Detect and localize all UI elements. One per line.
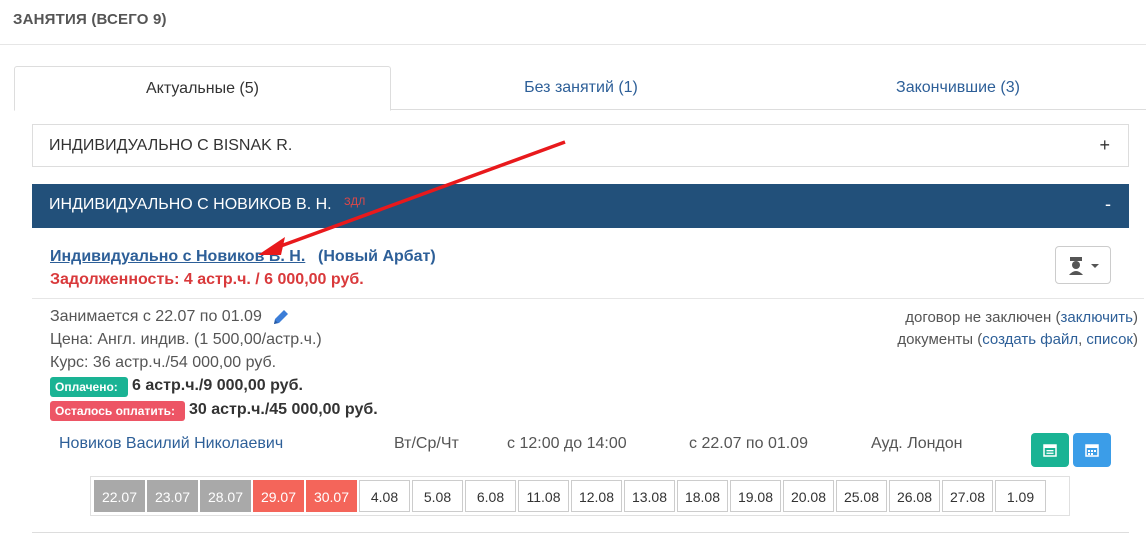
lesson-date[interactable]: 27.08 bbox=[942, 480, 993, 512]
lesson-date[interactable]: 4.08 bbox=[359, 480, 410, 512]
paid-badge: Оплачено: bbox=[50, 377, 128, 397]
lesson-date[interactable]: 6.08 bbox=[465, 480, 516, 512]
expand-toggle[interactable]: + bbox=[1099, 135, 1110, 156]
lesson-date[interactable]: 25.08 bbox=[836, 480, 887, 512]
docs-close: ) bbox=[1133, 331, 1138, 348]
teacher-name-link[interactable]: Новиков Василий Николаевич bbox=[59, 435, 283, 453]
panel-title: ЗАНЯТИЯ (ВСЕГО 9) bbox=[13, 11, 167, 28]
lesson-date[interactable]: 12.08 bbox=[571, 480, 622, 512]
calendar-icon bbox=[1043, 444, 1057, 457]
conclude-contract-link[interactable]: заключить bbox=[1060, 309, 1133, 326]
unpaid-value: 30 астр.ч./45 000,00 руб. bbox=[189, 401, 378, 418]
schedule-range: с 22.07 по 01.09 bbox=[689, 435, 808, 452]
paid-value: 6 астр.ч./9 000,00 руб. bbox=[132, 377, 303, 394]
lesson-date[interactable]: 29.07 bbox=[253, 480, 304, 512]
contract-close: ) bbox=[1133, 309, 1138, 326]
lesson-date[interactable]: 18.08 bbox=[677, 480, 728, 512]
lesson-date[interactable]: 13.08 bbox=[624, 480, 675, 512]
tab-actual[interactable]: Актуальные (5) bbox=[14, 66, 391, 111]
caret-down-icon bbox=[1091, 264, 1099, 268]
lesson-date[interactable]: 23.07 bbox=[147, 480, 198, 512]
group-tag: ЗДЛ bbox=[344, 196, 366, 208]
calendar-button-blue[interactable] bbox=[1073, 433, 1111, 467]
create-file-link[interactable]: создать файл bbox=[982, 331, 1078, 348]
edit-pencil-icon[interactable] bbox=[272, 308, 290, 326]
lesson-date[interactable]: 1.09 bbox=[995, 480, 1046, 512]
group-accordion-bisnak[interactable]: ИНДИВИДУАЛЬНО С BISNAK R. + bbox=[32, 124, 1129, 167]
lesson-date[interactable]: 11.08 bbox=[518, 480, 569, 512]
calendar-button-green[interactable] bbox=[1031, 433, 1069, 467]
group-title: ИНДИВИДУАЛЬНО С НОВИКОВ В. Н. bbox=[49, 196, 332, 213]
lesson-dates: 22.07 23.07 28.07 29.07 30.07 4.08 5.08 6.08 11.… bbox=[90, 476, 1070, 516]
group-accordion-novikov[interactable]: ИНДИВИДУАЛЬНО С НОВИКОВ В. Н. ЗДЛ - bbox=[32, 184, 1129, 228]
schedule-time: с 12:00 до 14:00 bbox=[507, 435, 627, 452]
lesson-branch: (Новый Арбат) bbox=[318, 248, 436, 265]
lesson-price: Цена: Англ. индив. (1 500,00/астр.ч.) bbox=[50, 331, 322, 348]
tabs: Актуальные (5) Без занятий (1) Закончивш… bbox=[14, 66, 1146, 111]
lesson-date[interactable]: 5.08 bbox=[412, 480, 463, 512]
debt-text: Задолженность: 4 астр.ч. / 6 000,00 руб. bbox=[50, 271, 364, 288]
lesson-date[interactable]: 20.08 bbox=[783, 480, 834, 512]
lesson-date[interactable]: 28.07 bbox=[200, 480, 251, 512]
tab-finished[interactable]: Закончившие (3) bbox=[770, 66, 1146, 110]
docs-list-link[interactable]: список bbox=[1086, 331, 1133, 348]
teacher-dropdown-button[interactable] bbox=[1055, 246, 1111, 284]
lesson-date[interactable]: 26.08 bbox=[889, 480, 940, 512]
contract-text: договор не заключен ( bbox=[905, 309, 1061, 326]
lesson-date[interactable]: 19.08 bbox=[730, 480, 781, 512]
group-title: ИНДИВИДУАЛЬНО С BISNAK R. bbox=[49, 137, 293, 154]
contract-status: договор не заключен (заключить) bbox=[905, 309, 1138, 326]
documents-status: документы (создать файл, список) bbox=[897, 331, 1138, 348]
tab-no-lessons[interactable]: Без занятий (1) bbox=[394, 66, 768, 110]
calendar-grid-icon bbox=[1085, 444, 1099, 457]
lesson-link[interactable]: Индивидуально с Новиков В. Н. bbox=[50, 248, 305, 266]
divider bbox=[32, 298, 1144, 299]
lesson-date[interactable]: 22.07 bbox=[94, 480, 145, 512]
teacher-icon bbox=[1069, 257, 1099, 275]
lesson-course: Курс: 36 астр.ч./54 000,00 руб. bbox=[50, 354, 277, 371]
lesson-period: Занимается с 22.07 по 01.09 bbox=[50, 308, 262, 325]
docs-text: документы ( bbox=[897, 331, 983, 348]
schedule-days: Вт/Ср/Чт bbox=[394, 435, 459, 452]
lesson-date[interactable]: 30.07 bbox=[306, 480, 357, 512]
panel-header: ЗАНЯТИЯ (ВСЕГО 9) bbox=[0, 0, 1146, 45]
schedule-room: Ауд. Лондон bbox=[871, 435, 963, 452]
collapse-toggle[interactable]: - bbox=[1105, 194, 1111, 215]
divider bbox=[32, 532, 1129, 533]
unpaid-badge: Осталось оплатить: bbox=[50, 401, 185, 421]
